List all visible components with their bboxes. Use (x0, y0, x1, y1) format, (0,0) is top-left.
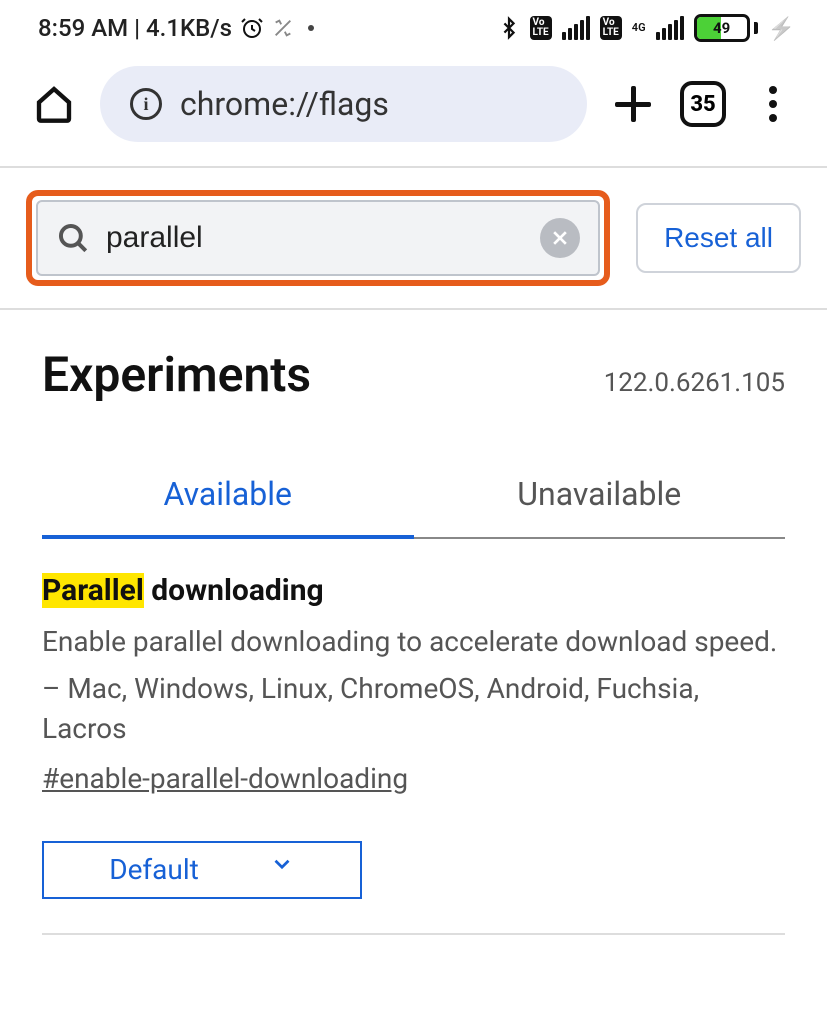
page-title: Experiments (42, 346, 311, 403)
clear-search-button[interactable] (540, 218, 580, 258)
flag-dropdown-value: Default (109, 853, 199, 886)
flag-entry: Parallel downloading Enable parallel dow… (0, 539, 827, 899)
tab-available[interactable]: Available (42, 453, 414, 539)
volte-badge-1: VoLTE (530, 16, 552, 40)
new-tab-button[interactable] (609, 80, 657, 128)
tab-unavailable[interactable]: Unavailable (414, 453, 786, 537)
reset-all-button[interactable]: Reset all (636, 203, 801, 273)
search-row: Reset all (0, 168, 827, 308)
flag-id-link[interactable]: #enable-parallel-downloading (42, 762, 408, 795)
status-time-speed: 8:59 AM | 4.1KB/s (38, 14, 232, 42)
search-box[interactable] (36, 200, 600, 276)
flag-description-line1: Enable parallel downloading to accelerat… (42, 622, 785, 663)
search-input[interactable] (106, 221, 524, 255)
url-text: chrome://flags (180, 85, 389, 123)
status-bar: 8:59 AM | 4.1KB/s VoLTE VoLTE 4G 49 (0, 0, 827, 52)
flag-title: Parallel downloading (42, 573, 785, 608)
version-label: 122.0.6261.105 (604, 368, 785, 398)
page-header: Experiments 122.0.6261.105 (0, 310, 827, 429)
network-4g-label: 4G (632, 23, 646, 33)
dot-separator-icon (308, 25, 314, 31)
shortcut-icon (272, 17, 294, 39)
menu-button[interactable] (749, 80, 797, 128)
bluetooth-icon (498, 14, 520, 42)
flag-title-rest: downloading (144, 573, 324, 608)
plus-icon (615, 86, 651, 122)
kebab-icon (769, 86, 777, 122)
signal-bars-icon-1 (562, 16, 590, 40)
home-button[interactable] (30, 80, 78, 128)
flag-dropdown[interactable]: Default (42, 841, 362, 899)
signal-bars-icon-2 (656, 16, 684, 40)
volte-badge-2: VoLTE (600, 16, 622, 40)
browser-toolbar: i chrome://flags 35 (0, 52, 827, 166)
search-highlight-frame (26, 190, 610, 286)
flag-description-line2: – Mac, Windows, Linux, ChromeOS, Android… (42, 669, 785, 750)
tab-switcher-button[interactable]: 35 (679, 80, 727, 128)
info-icon: i (130, 88, 162, 120)
alarm-icon (240, 16, 264, 40)
battery-indicator: 49 (694, 14, 758, 42)
chevron-down-icon (269, 851, 295, 884)
flag-title-highlight: Parallel (42, 573, 144, 608)
search-icon (56, 221, 90, 255)
tab-count-label: 35 (680, 81, 726, 127)
flag-separator (42, 933, 785, 935)
close-icon (550, 228, 570, 248)
home-icon (34, 84, 74, 124)
tab-bar: Available Unavailable (42, 453, 785, 539)
charging-icon (768, 14, 795, 42)
address-bar[interactable]: i chrome://flags (100, 66, 587, 142)
